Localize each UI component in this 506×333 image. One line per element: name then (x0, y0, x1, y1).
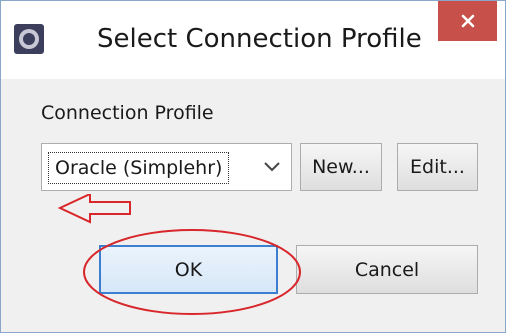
selected-profile-value: Oracle (Simplehr) (48, 152, 230, 184)
chevron-down-icon (264, 162, 280, 172)
annotation-arrow (57, 194, 131, 224)
eclipse-app-icon (14, 24, 44, 54)
close-button[interactable] (438, 1, 497, 41)
edit-profile-button[interactable]: Edit... (397, 143, 478, 191)
window-title: Select Connection Profile (97, 24, 422, 54)
title-bar: Select Connection Profile (1, 1, 505, 79)
cancel-button[interactable]: Cancel (296, 245, 478, 294)
connection-profile-label: Connection Profile (41, 102, 214, 124)
new-profile-button[interactable]: New... (300, 143, 382, 191)
connection-profile-select[interactable]: Oracle (Simplehr) (41, 143, 292, 191)
annotation-ellipse (83, 229, 301, 315)
close-icon (461, 14, 474, 28)
